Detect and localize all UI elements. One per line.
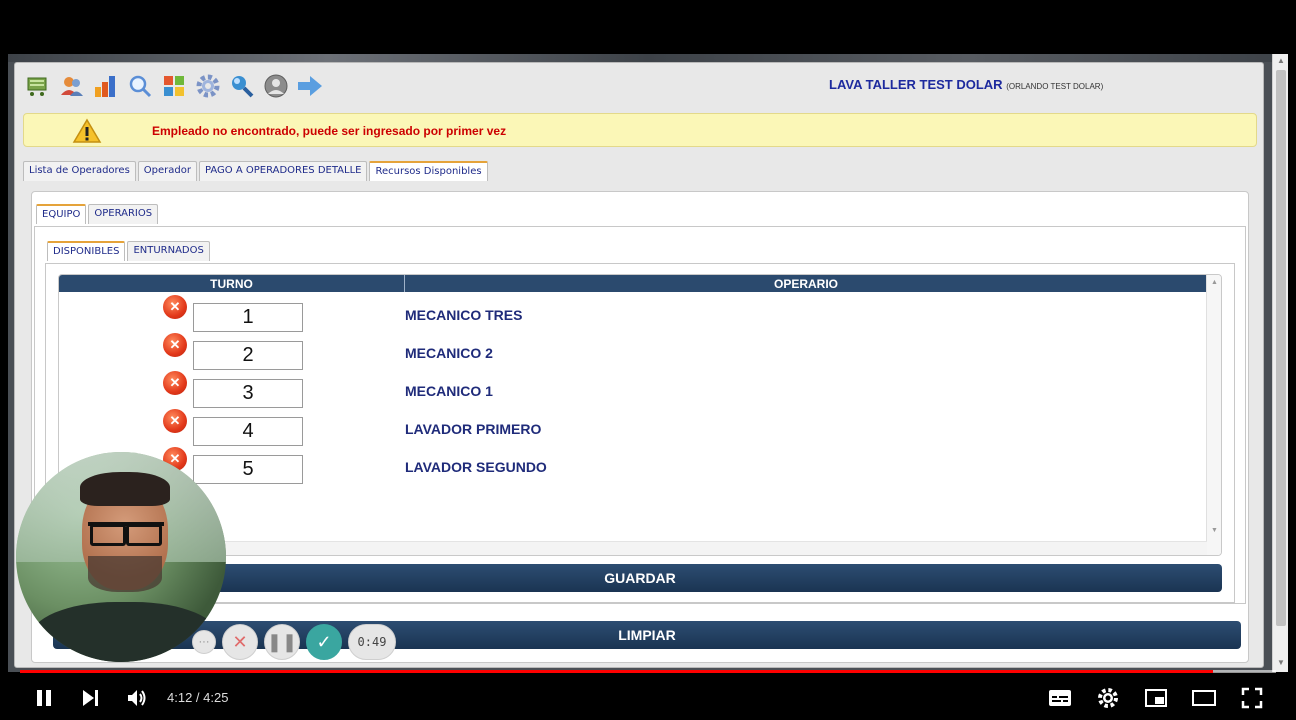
more-options-button[interactable]: ··· — [192, 630, 216, 654]
tab-lista-operadores[interactable]: Lista de Operadores — [23, 161, 136, 181]
users-icon[interactable] — [57, 71, 87, 101]
settings-button[interactable] — [1094, 684, 1122, 712]
company-name: LAVA TALLER TEST DOLAR — [829, 77, 1003, 92]
grid-header: TURNO OPERARIO — [59, 275, 1207, 292]
gear-icon[interactable] — [193, 71, 223, 101]
operario-name: MECANICO 2 — [405, 345, 493, 361]
cancel-recording-button[interactable]: ✕ — [222, 624, 258, 660]
next-icon — [83, 690, 98, 706]
operario-name: LAVADOR PRIMERO — [405, 421, 542, 437]
pause-button[interactable] — [30, 684, 58, 712]
table-row: ✕ LAVADOR PRIMERO — [59, 409, 1207, 447]
pause-recording-button[interactable]: ❚❚ — [264, 624, 300, 660]
tab-disponibles[interactable]: DISPONIBLES — [47, 241, 126, 261]
delete-icon[interactable]: ✕ — [163, 295, 187, 319]
recording-timer: 0:49 — [348, 624, 396, 660]
theater-icon — [1192, 690, 1216, 706]
save-button[interactable]: GUARDAR — [58, 564, 1222, 592]
table-row: ✕ MECANICO TRES — [59, 295, 1207, 333]
miniplayer-icon — [1145, 689, 1167, 707]
duration: 4:25 — [203, 690, 229, 705]
grid-vertical-scrollbar[interactable]: ▲ ▼ — [1206, 275, 1221, 555]
scroll-down-icon[interactable]: ▼ — [1277, 658, 1285, 667]
warning-icon — [72, 118, 102, 149]
webcam-person-beard — [88, 556, 162, 592]
table-row: ✕ MECANICO 1 — [59, 371, 1207, 409]
scroll-down-icon[interactable]: ▼ — [1211, 527, 1218, 534]
turno-input[interactable] — [193, 417, 303, 446]
video-background-strip — [8, 54, 1288, 62]
finish-recording-button[interactable]: ✓ — [306, 624, 342, 660]
tab-enturnados[interactable]: ENTURNADOS — [127, 241, 210, 261]
bar-chart-icon[interactable] — [91, 71, 121, 101]
current-time: 4:12 — [167, 690, 193, 705]
delete-icon[interactable]: ✕ — [163, 409, 187, 433]
fullscreen-button[interactable] — [1238, 684, 1266, 712]
progress-bar[interactable] — [20, 670, 1276, 673]
webcam-person-hair — [80, 472, 170, 506]
table-row: ✕ MECANICO 2 — [59, 333, 1207, 371]
time-display: 4:12 / 4:25 — [167, 690, 228, 705]
scroll-up-icon[interactable]: ▲ — [1211, 279, 1218, 286]
search-icon[interactable] — [125, 71, 155, 101]
fullscreen-icon — [1241, 687, 1263, 709]
next-button[interactable] — [76, 684, 104, 712]
time-separator: / — [192, 690, 204, 705]
main-tabs: Lista de Operadores Operador PAGO A OPER… — [23, 161, 488, 181]
operarios-grid: TURNO OPERARIO ✕ MECANICO TRES ✕ — [58, 274, 1222, 556]
subtitles-icon — [1049, 690, 1071, 706]
alert-message: Empleado no encontrado, puede ser ingres… — [152, 124, 507, 138]
progress-played — [20, 670, 1214, 673]
inner-tabs: DISPONIBLES ENTURNADOS — [47, 241, 210, 261]
scrollbar-thumb[interactable] — [1276, 70, 1286, 626]
video-player[interactable]: LAVA TALLER TEST DOLAR (ORLANDO TEST DOL… — [0, 0, 1296, 720]
player-controls: 4:12 / 4:25 — [0, 676, 1296, 720]
volume-icon — [128, 690, 146, 706]
tab-equipo[interactable]: EQUIPO — [36, 204, 87, 224]
theater-mode-button[interactable] — [1190, 684, 1218, 712]
alert-banner: Empleado no encontrado, puede ser ingres… — [23, 113, 1257, 147]
miniplayer-button[interactable] — [1142, 684, 1170, 712]
magnifier-icon[interactable] — [227, 71, 257, 101]
page-scrollbar[interactable]: ▲ ▼ — [1272, 54, 1288, 672]
subtitles-button[interactable] — [1046, 684, 1074, 712]
tab-pago-operadores[interactable]: PAGO A OPERADORES DETALLE — [198, 161, 368, 181]
company-header: LAVA TALLER TEST DOLAR (ORLANDO TEST DOL… — [829, 77, 1103, 92]
cart-icon[interactable] — [23, 71, 53, 101]
tab-recursos-disponibles[interactable]: Recursos Disponibles — [369, 161, 488, 181]
volume-button[interactable] — [123, 684, 151, 712]
company-subtitle: (ORLANDO TEST DOLAR) — [1006, 82, 1104, 91]
turno-input[interactable] — [193, 379, 303, 408]
pause-icon — [37, 690, 51, 706]
column-header-turno[interactable]: TURNO — [59, 277, 404, 291]
tab-operarios[interactable]: OPERARIOS — [88, 204, 159, 224]
operario-name: LAVADOR SEGUNDO — [405, 459, 547, 475]
scroll-up-icon[interactable]: ▲ — [1277, 56, 1285, 65]
arrow-right-icon[interactable] — [295, 71, 325, 101]
webcam-person-glasses — [88, 522, 164, 546]
user-circle-icon[interactable] — [261, 71, 291, 101]
windows-icon[interactable] — [159, 71, 189, 101]
sub-tabs: EQUIPO OPERARIOS — [36, 204, 159, 224]
toolbar — [23, 69, 325, 103]
operario-name: MECANICO 1 — [405, 383, 493, 399]
delete-icon[interactable]: ✕ — [163, 371, 187, 395]
recorder-controls: ··· ✕ ❚❚ ✓ 0:49 — [192, 623, 396, 661]
column-header-operario[interactable]: OPERARIO — [405, 277, 1207, 291]
turno-input[interactable] — [193, 341, 303, 370]
tab-operador[interactable]: Operador — [137, 161, 197, 181]
delete-icon[interactable]: ✕ — [163, 333, 187, 357]
turno-input[interactable] — [193, 303, 303, 332]
operario-name: MECANICO TRES — [405, 307, 523, 323]
settings-gear-icon — [1098, 688, 1118, 708]
grid-horizontal-scrollbar[interactable] — [59, 541, 1207, 555]
table-row: ✕ LAVADOR SEGUNDO — [59, 447, 1207, 485]
